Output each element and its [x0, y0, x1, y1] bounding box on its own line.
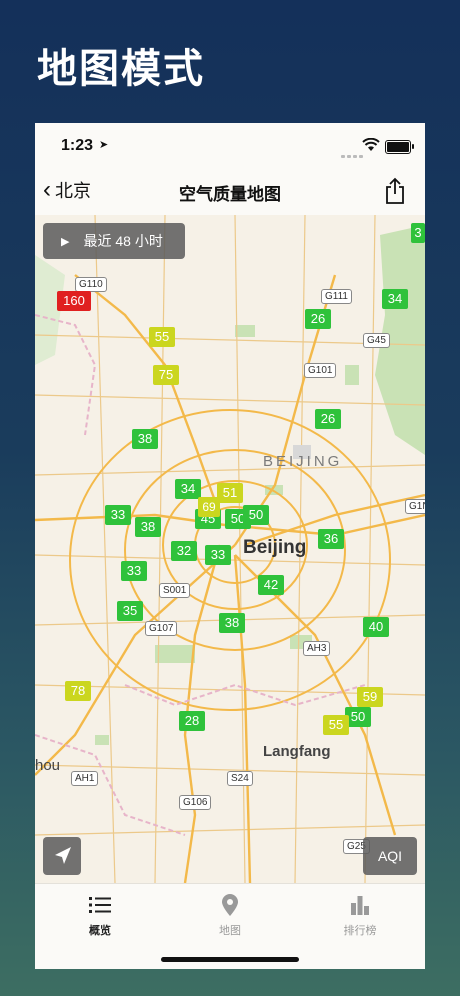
- aqi-marker[interactable]: 34: [175, 479, 201, 499]
- recent-label: 最近 48 小时: [83, 233, 163, 249]
- aqi-marker[interactable]: 33: [205, 545, 231, 565]
- aqi-marker[interactable]: 42: [258, 575, 284, 595]
- status-bar: 1:23 ➤: [35, 123, 425, 167]
- navigation-arrow-icon: [55, 847, 71, 864]
- road-label: G107: [145, 621, 178, 636]
- list-icon: [35, 892, 165, 918]
- status-time: 1:23: [61, 137, 94, 154]
- aqi-marker[interactable]: 59: [357, 687, 383, 707]
- road-label: AH1: [71, 771, 99, 786]
- tab-label: 排行榜: [343, 925, 377, 937]
- aqi-marker[interactable]: 38: [219, 613, 245, 633]
- aqi-marker[interactable]: 3: [411, 223, 425, 243]
- aqi-marker[interactable]: 55: [323, 715, 349, 735]
- aqi-toggle-button[interactable]: AQI: [363, 837, 417, 875]
- wifi-icon: [362, 138, 380, 151]
- battery-icon: [385, 140, 414, 154]
- air-quality-map[interactable]: ▶ 最近 48 小时 BEIJING Beijing Langfang hou …: [35, 215, 425, 883]
- map-pin-icon: [165, 892, 295, 918]
- page-title: 空气质量地图: [179, 185, 281, 204]
- aqi-marker[interactable]: 26: [305, 309, 331, 329]
- tab-label: 概览: [89, 925, 111, 937]
- road-label: AH3: [303, 641, 331, 656]
- aqi-marker[interactable]: 51: [217, 483, 243, 503]
- road-label: S001: [159, 583, 191, 598]
- navigation-bar: ‹ 北京 空气质量地图: [35, 167, 425, 216]
- phone-screen: 1:23 ➤ ‹ 北京 空气质量地图 ▶ 最近 48 小时 BEIJING Be…: [35, 123, 425, 969]
- aqi-marker[interactable]: 38: [135, 517, 161, 537]
- aqi-marker[interactable]: 33: [121, 561, 147, 581]
- aqi-marker[interactable]: 75: [153, 365, 179, 385]
- aqi-marker[interactable]: 33: [105, 505, 131, 525]
- bar-chart-icon: [295, 892, 425, 918]
- city-label-beijing-en: BEIJING: [263, 453, 343, 470]
- aqi-marker[interactable]: 160: [57, 291, 91, 311]
- city-label-langfang: Langfang: [263, 743, 331, 760]
- aqi-marker[interactable]: 69: [198, 497, 220, 517]
- aqi-marker[interactable]: 38: [132, 429, 158, 449]
- aqi-marker[interactable]: 34: [382, 289, 408, 309]
- aqi-marker[interactable]: 26: [315, 409, 341, 429]
- aqi-marker[interactable]: 28: [179, 711, 205, 731]
- road-label: G110: [75, 277, 107, 292]
- aqi-marker[interactable]: 50: [243, 505, 269, 525]
- tab-ranking[interactable]: 排行榜: [295, 892, 425, 938]
- tab-label: 地图: [219, 925, 241, 937]
- tab-map[interactable]: 地图: [165, 892, 295, 938]
- aqi-marker[interactable]: 36: [318, 529, 344, 549]
- road-label: G111: [321, 289, 352, 304]
- tab-overview[interactable]: 概览: [35, 892, 165, 938]
- play-icon: ▶: [61, 235, 70, 248]
- home-indicator: [161, 957, 299, 962]
- recent-48h-button[interactable]: ▶ 最近 48 小时: [43, 223, 185, 259]
- road-label: S24: [227, 771, 253, 786]
- road-label: G1N: [405, 499, 425, 514]
- city-label-beijing: Beijing: [243, 537, 307, 558]
- share-icon[interactable]: [383, 177, 407, 205]
- road-label: G106: [179, 795, 212, 810]
- locate-button[interactable]: [43, 837, 81, 875]
- city-label-zhou: hou: [35, 757, 61, 774]
- aqi-marker[interactable]: 35: [117, 601, 143, 621]
- aqi-marker[interactable]: 32: [171, 541, 197, 561]
- promo-title: 地图模式: [37, 46, 205, 92]
- road-label: G45: [363, 333, 390, 348]
- road-label: G101: [304, 363, 337, 378]
- aqi-marker[interactable]: 55: [149, 327, 175, 347]
- location-arrow-icon: ➤: [99, 139, 109, 151]
- tab-bar: 概览 地图 排行榜: [35, 883, 425, 969]
- aqi-marker[interactable]: 40: [363, 617, 389, 637]
- aqi-marker[interactable]: 78: [65, 681, 91, 701]
